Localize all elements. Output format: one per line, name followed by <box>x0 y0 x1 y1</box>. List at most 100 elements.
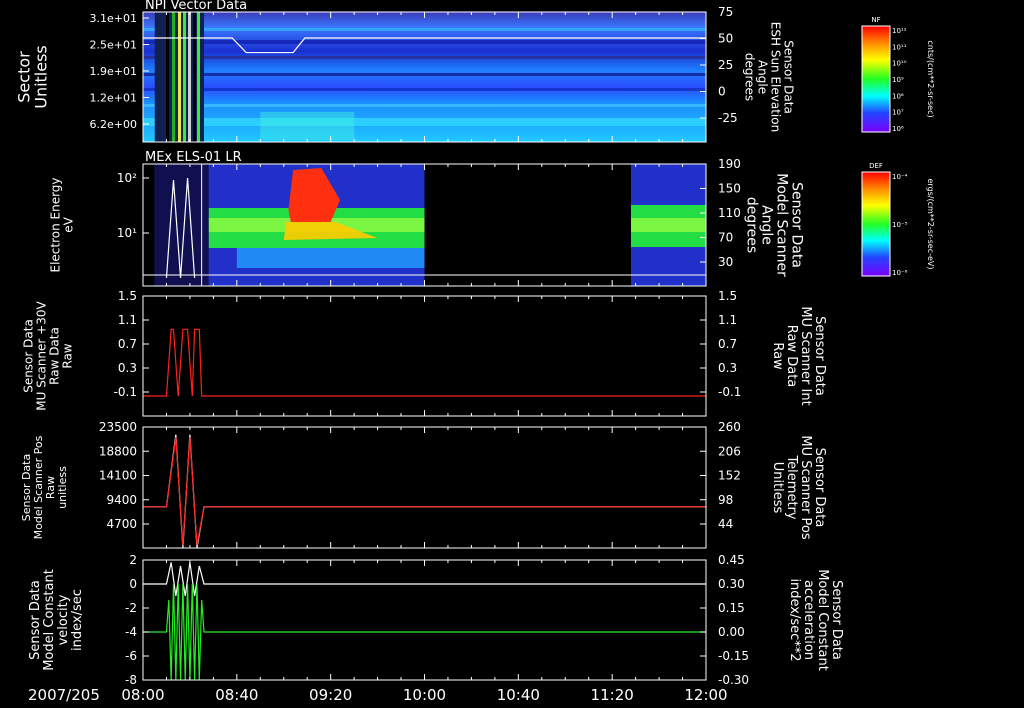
y-right-tick-label: 98 <box>718 493 733 507</box>
right-axis-label: ESH Sun Elevation <box>769 22 783 132</box>
npi-band <box>143 118 706 126</box>
panel-frame <box>142 559 707 681</box>
y-right-tick-label: 0 <box>718 85 726 99</box>
npi-stripe <box>172 12 175 142</box>
panel-title: NPI Vector Data <box>145 0 247 13</box>
y-right-tick-label: 206 <box>718 444 741 458</box>
colorbar-tick-label: 10¹² <box>892 27 907 35</box>
y-axis-label: MU Scanner +30V <box>35 301 49 411</box>
right-axis-label: Raw Data <box>784 325 799 388</box>
y-axis-label: eV <box>62 216 76 232</box>
right-axis-label: Telemetry <box>784 454 799 519</box>
npi-panel <box>143 12 706 142</box>
npi-stripe <box>193 12 196 142</box>
right-axis-label: degrees <box>743 53 757 101</box>
colorbar-units: ergs/(cm**2-sr-sec-eV) <box>926 178 935 269</box>
right-axis-label: Model Scanner <box>774 173 790 277</box>
right-axis-label: Sensor Data <box>812 316 827 396</box>
velocity-panel <box>143 562 706 681</box>
right-axis-label: MU Scanner Int <box>798 306 813 405</box>
y-tick-label: -4 <box>125 625 137 639</box>
els-data-gap <box>424 164 631 286</box>
y-right-tick-label: -0.1 <box>718 385 741 399</box>
y-right-tick-label: 70 <box>718 231 733 245</box>
colorbar-label: NF <box>871 16 880 24</box>
y-right-tick-label: 0.15 <box>718 601 745 615</box>
right-axis-label: Angle <box>756 60 770 94</box>
y-right-tick-label: 0.00 <box>718 625 745 639</box>
y-right-tick-label: 152 <box>718 469 741 483</box>
y-tick-label: 1.2e+01 <box>90 92 137 105</box>
right-axis-label: MU Scanner Pos <box>798 435 813 540</box>
panel-5-axes: 2 0 -2 -4 -6 -8 0.45 0.30 0.15 0.00 -0.15 -0.30 Sens… <box>28 553 844 687</box>
y-axis-label: Raw <box>61 343 75 368</box>
y-tick-label: 4700 <box>106 517 137 531</box>
colorbar-tick-label: 10⁶ <box>892 125 904 133</box>
y-right-tick-label: -0.15 <box>718 649 749 663</box>
y-tick-label: -8 <box>125 673 137 687</box>
colorbar-gradient <box>861 171 891 277</box>
y-tick-label: 0 <box>129 577 137 591</box>
right-axis-label: acceleration <box>801 580 816 660</box>
right-axis-label: Sensor Data <box>782 40 796 114</box>
y-right-tick-label: 44 <box>718 517 733 531</box>
npi-band <box>143 73 706 76</box>
y-right-tick-label: 0.45 <box>718 553 745 567</box>
scanner-30v-panel-series-red <box>143 328 706 397</box>
npi-band <box>143 28 706 31</box>
acceleration-line <box>143 583 706 681</box>
npi-band <box>143 88 706 91</box>
y-axis-label: Sensor Data <box>22 319 36 393</box>
colorbar-tick-label: 10⁻⁴ <box>892 173 908 181</box>
y-axis-label: Sensor Data <box>28 580 43 660</box>
date-label: 2007/205 <box>28 686 100 704</box>
y-right-tick-label: -25 <box>718 111 738 125</box>
colorbar-tick-label: 10⁷ <box>892 109 904 117</box>
colorbar-tick-label: 10¹¹ <box>892 43 907 51</box>
colorbar-tick-label: 10⁻⁵ <box>892 221 908 229</box>
y-tick-label: 6.2e+00 <box>90 118 137 131</box>
y-axis-label: Electron Energy <box>49 177 63 272</box>
y-axis-label: unitless <box>56 466 69 509</box>
y-axis-label: Unitless <box>32 45 51 109</box>
scanner-pos-panel-series-white <box>143 434 706 549</box>
y-axis-label: velocity <box>56 594 71 645</box>
y-right-tick-label: 25 <box>718 58 733 72</box>
right-axis-label: Sensor Data <box>829 580 844 660</box>
y-tick-label: -0.1 <box>114 385 137 399</box>
y-right-tick-label: 75 <box>718 5 733 19</box>
right-axis-label: Sensor Data <box>812 448 827 528</box>
right-axis-label: Model Constant <box>815 569 830 671</box>
y-right-tick-label: -0.30 <box>718 673 749 687</box>
y-tick-label: 23500 <box>99 420 137 434</box>
colorbar-tick-label: 10⁸ <box>892 92 904 100</box>
colorbar-tick-label: 10¹⁰ <box>892 60 907 68</box>
y-tick-label: 18800 <box>99 444 137 458</box>
right-axis-label: Angle <box>759 205 775 245</box>
scanner-30v-panel <box>143 328 706 397</box>
x-axis-labels: 08:00 08:40 09:20 10:00 10:40 11:20 12:00 2007/… <box>28 686 728 704</box>
x-tick-label: 10:40 <box>497 686 540 704</box>
scanner-pos-panel-series-red <box>143 437 706 546</box>
y-right-tick-label: 50 <box>718 32 733 46</box>
els-yellow-band-2 <box>630 218 706 232</box>
x-tick-label: 08:00 <box>121 686 164 704</box>
y-right-tick-label: 260 <box>718 420 741 434</box>
y-tick-label: 1.5 <box>118 289 137 303</box>
x-tick-label: 12:00 <box>684 686 727 704</box>
y-tick-label: 9400 <box>106 493 137 507</box>
panel-frame <box>142 426 707 549</box>
els-panel <box>143 164 706 286</box>
colorbar-tick-label: 10⁻⁶ <box>892 269 908 277</box>
y-tick-label: 1.1 <box>118 313 137 327</box>
y-axis-label: index/sec <box>70 589 85 651</box>
x-tick-label: 09:20 <box>309 686 352 704</box>
y-tick-label: 10¹ <box>117 226 137 240</box>
right-axis-label: Unitless <box>770 462 785 514</box>
y-axis-label: Model Constant <box>42 569 57 671</box>
y-tick-label: 2 <box>129 553 137 567</box>
y-tick-label: 3.1e+01 <box>90 12 137 25</box>
y-right-tick-label: 110 <box>718 206 741 220</box>
npi-stripe <box>188 12 191 142</box>
colorbar-tick-label: 10⁹ <box>892 76 904 84</box>
